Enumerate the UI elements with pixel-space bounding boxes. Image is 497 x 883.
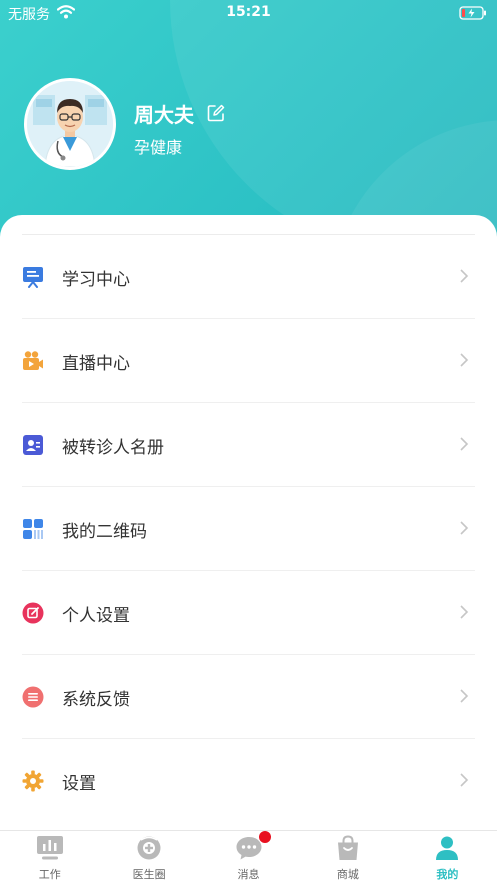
chevron-right-icon: [460, 773, 469, 787]
tab-label: 我的: [436, 868, 459, 881]
menu-label: 被转诊人名册: [62, 438, 164, 458]
unread-badge: [258, 831, 271, 843]
menu-item-personal-settings[interactable]: 个人设置: [0, 571, 497, 655]
tab-label: 医生圈: [132, 868, 166, 881]
menu-label: 直播中心: [62, 354, 130, 374]
contact-card-icon: [23, 435, 43, 455]
tab-label: 消息: [237, 868, 260, 881]
chevron-right-icon: [460, 437, 469, 451]
feedback-icon: [22, 686, 44, 708]
tab-mine[interactable]: 我的: [398, 831, 497, 883]
menu-label: 设置: [62, 774, 96, 794]
tab-label: 商城: [336, 868, 359, 881]
person-icon: [436, 836, 459, 860]
menu-label: 我的二维码: [62, 522, 147, 542]
avatar[interactable]: [24, 78, 116, 170]
video-camera-icon: [23, 351, 43, 370]
edit-icon[interactable]: [206, 103, 226, 123]
menu-item-settings[interactable]: 设置: [0, 739, 497, 823]
menu-item-referral-roster[interactable]: 被转诊人名册: [0, 403, 497, 487]
menu-card: 学习中心 直播中心 被转诊人名册 我的二维码 个人设置 系统反馈 设置: [0, 215, 497, 830]
menu-label: 学习中心: [62, 270, 130, 290]
status-bar: 无服务 15:21: [0, 0, 497, 26]
lecture-board-icon: [23, 267, 43, 288]
status-time: 15:21: [226, 4, 271, 20]
organization-name: 孕健康: [134, 138, 183, 157]
tab-bar: 工作 医生圈 消息 商城 我的: [0, 830, 497, 883]
menu-item-live-center[interactable]: 直播中心: [0, 319, 497, 403]
chevron-right-icon: [460, 521, 469, 535]
menu-item-system-feedback[interactable]: 系统反馈: [0, 655, 497, 739]
doctor-circle-icon: [137, 836, 161, 860]
edit-profile-icon: [22, 602, 44, 624]
chart-board-icon: [36, 836, 63, 860]
tab-work[interactable]: 工作: [0, 831, 99, 883]
tab-messages[interactable]: 消息: [199, 831, 298, 883]
profile-name-row: 周大夫: [134, 99, 226, 127]
menu-item-my-qr-code[interactable]: 我的二维码: [0, 487, 497, 571]
chevron-right-icon: [460, 605, 469, 619]
chevron-right-icon: [460, 353, 469, 367]
gear-icon: [22, 770, 44, 792]
shopping-bag-icon: [337, 835, 358, 860]
menu-item-learning-center[interactable]: 学习中心: [0, 235, 497, 319]
tab-mall[interactable]: 商城: [298, 831, 397, 883]
menu-label: 系统反馈: [62, 690, 130, 710]
qr-code-icon: [23, 519, 43, 539]
menu-label: 个人设置: [62, 606, 130, 626]
tab-label: 工作: [38, 868, 61, 881]
doctor-avatar-image: [27, 81, 113, 167]
profile-header: 无服务 15:21 周大夫 孕健康: [0, 0, 497, 250]
battery-charging-icon: [459, 6, 486, 20]
chevron-right-icon: [460, 269, 469, 283]
tab-doctor-circle[interactable]: 医生圈: [99, 831, 198, 883]
doctor-name: 周大夫: [134, 102, 194, 127]
chevron-right-icon: [460, 689, 469, 703]
